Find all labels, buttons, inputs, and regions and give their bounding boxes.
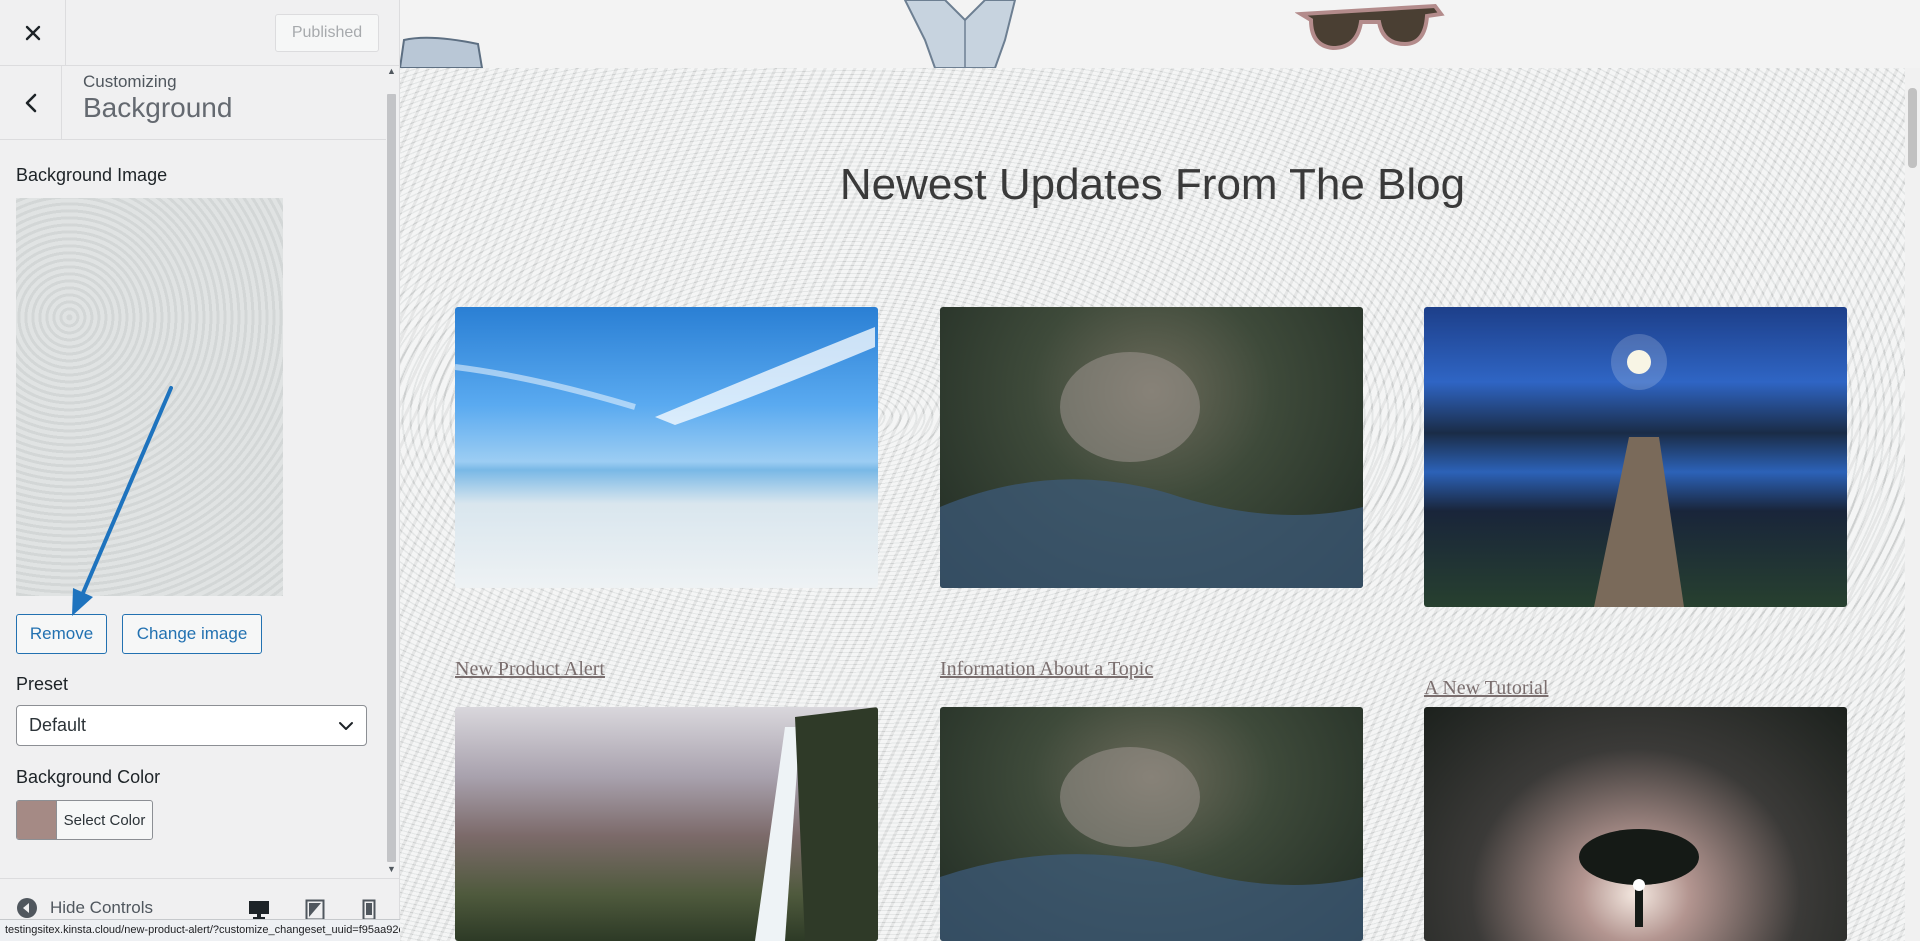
post-link-information-about-a-topic[interactable]: Information About a Topic (940, 658, 1153, 681)
preview-scrollbar-thumb[interactable] (1908, 88, 1917, 168)
lone-tree-scene (1579, 829, 1699, 927)
post-image-tree[interactable] (1424, 707, 1847, 941)
lake-moon-scene (1594, 334, 1684, 607)
bag-illustration (400, 36, 484, 68)
annotation-arrow (72, 386, 173, 616)
preview-scrollbar[interactable] (1905, 68, 1920, 941)
site-preview: Newest Updates From The Blog New Product… (400, 0, 1920, 941)
blog-heading: Newest Updates From The Blog (839, 160, 1466, 209)
post-link-new-product-alert[interactable]: New Product Alert (455, 658, 605, 681)
forest-stream-scene-2 (940, 747, 1363, 941)
post-image-lake[interactable] (1424, 307, 1847, 607)
post-link-a-new-tutorial[interactable]: A New Tutorial (1424, 677, 1548, 700)
post-image-forest[interactable] (940, 307, 1363, 588)
beach-scene (455, 327, 875, 425)
preview-header-strip (400, 0, 1920, 68)
post-image-forest-2[interactable] (940, 707, 1363, 941)
waterfall-scene (755, 707, 878, 941)
post-image-waterfall[interactable] (455, 707, 878, 941)
shirt-illustration (903, 0, 1017, 68)
post-image-beach[interactable] (455, 307, 878, 588)
sunglasses-illustration (1295, 3, 1445, 51)
forest-stream-scene (940, 352, 1363, 588)
